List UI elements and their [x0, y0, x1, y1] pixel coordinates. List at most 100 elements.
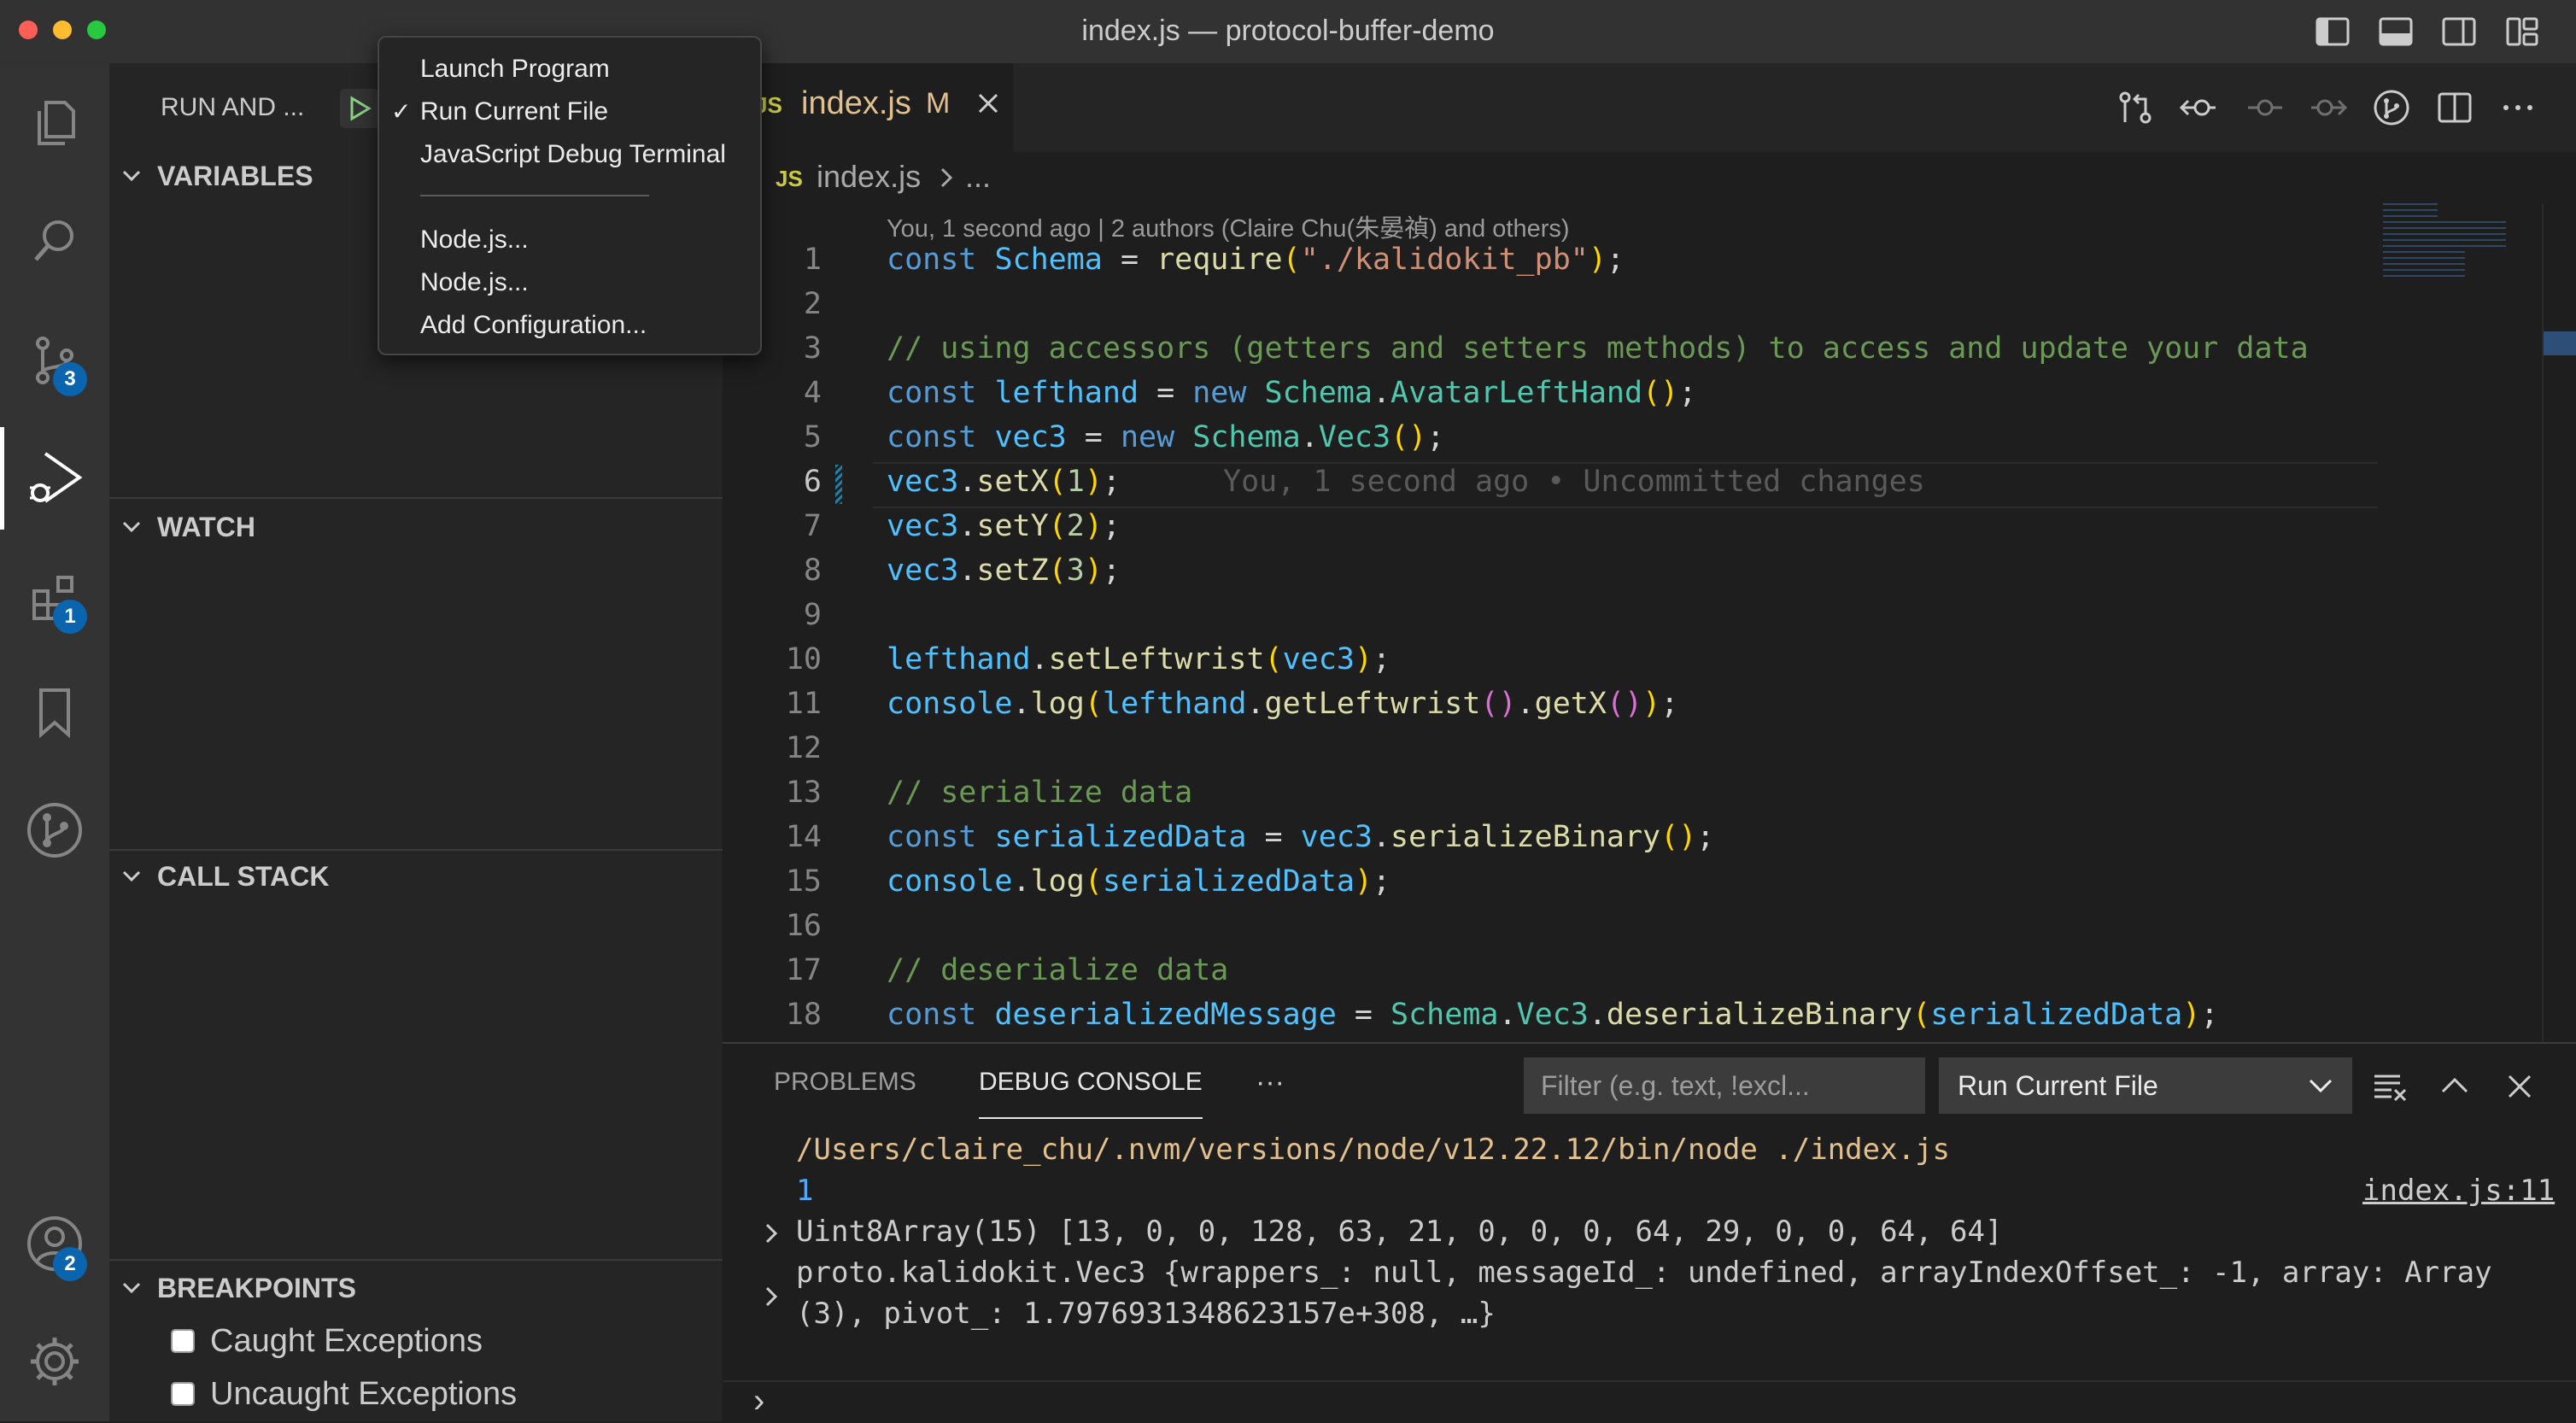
open-changes-icon[interactable]	[2116, 89, 2154, 126]
menu-item-add-configuration[interactable]: Add Configuration...	[420, 304, 647, 347]
customize-layout-icon[interactable]	[2504, 14, 2540, 50]
close-panel-icon[interactable]	[2504, 1071, 2535, 1102]
breadcrumb-symbols[interactable]: ...	[965, 159, 991, 195]
files-icon[interactable]	[0, 72, 109, 174]
code-line[interactable]: vec3.setY(2);	[887, 509, 1121, 543]
watch-section-header[interactable]: WATCH	[109, 500, 723, 554]
uncaught-exceptions-label: Uncaught Exceptions	[210, 1375, 518, 1412]
watch-label: WATCH	[157, 511, 255, 542]
chevron-right-icon[interactable]	[762, 1221, 781, 1245]
scrollbar-thumb[interactable]	[2542, 331, 2576, 355]
chevron-right-icon[interactable]	[762, 1285, 781, 1309]
code-line[interactable]: const lefthand = new Schema.AvatarLeftHa…	[887, 376, 1696, 410]
search-icon[interactable]	[0, 190, 109, 292]
breadcrumb-file[interactable]: index.js	[817, 159, 921, 195]
line-number: 13	[785, 776, 822, 810]
line-number: 3	[803, 331, 822, 366]
previous-change-icon[interactable]	[2180, 89, 2217, 126]
section-divider[interactable]	[109, 497, 723, 499]
line-number: 7	[803, 509, 822, 543]
inline-git-blame: You, 1 second ago • Uncommitted changes	[1223, 465, 1925, 499]
caught-exceptions-checkbox[interactable]	[171, 1329, 195, 1353]
console-source-link[interactable]: index.js:11	[2362, 1174, 2555, 1208]
code-line[interactable]: // deserialize data	[887, 953, 1228, 987]
call-stack-section-header[interactable]: CALL STACK	[109, 849, 723, 904]
chevron-down-icon	[106, 865, 157, 887]
accounts-badge: 2	[53, 1247, 87, 1281]
console-filter-input[interactable]: Filter (e.g. text, !excl...	[1524, 1057, 1925, 1114]
codelens-authors[interactable]: You, 1 second ago | 2 authors (Claire Ch…	[887, 208, 1570, 244]
uncaught-exceptions-checkbox[interactable]	[171, 1382, 195, 1406]
extensions-icon[interactable]: 1	[0, 547, 109, 649]
debug-config-select[interactable]: Run Current File	[1939, 1057, 2352, 1114]
clear-console-icon[interactable]	[2373, 1071, 2410, 1102]
console-object-line-2[interactable]: (3), pivot_: 1.7976931348623157e+308, …}	[796, 1297, 1496, 1331]
toggle-panel-icon[interactable]	[2378, 14, 2414, 50]
code-line[interactable]: // using accessors (getters and setters …	[887, 331, 2309, 366]
line-number: 15	[785, 864, 822, 899]
code-line[interactable]: const deserializedMessage = Schema.Vec3.…	[887, 998, 2218, 1032]
maximize-window-button[interactable]	[87, 20, 106, 39]
source-control-icon[interactable]: 3	[0, 309, 109, 412]
breadcrumb	[723, 152, 2576, 203]
more-actions-icon[interactable]	[2499, 89, 2537, 126]
minimize-window-button[interactable]	[53, 20, 72, 39]
extensions-badge: 1	[53, 600, 87, 634]
run-debug-icon[interactable]	[0, 427, 109, 530]
tab-debug-console[interactable]: DEBUG CONSOLE	[979, 1052, 1203, 1119]
toggle-secondary-sidebar-icon[interactable]	[2441, 14, 2477, 50]
next-change-icon[interactable]	[2310, 89, 2347, 126]
code-line[interactable]: const Schema = require("./kalidokit_pb")…	[887, 243, 1625, 277]
tab-problems[interactable]: PROBLEMS	[774, 1052, 916, 1112]
code-line[interactable]: console.log(lefthand.getLeftwrist().getX…	[887, 687, 1678, 721]
checkmark-icon: ✓	[391, 98, 412, 125]
chevron-down-icon	[2308, 1075, 2333, 1097]
menu-item-launch-program[interactable]: Launch Program	[420, 48, 610, 91]
source-control-badge: 3	[53, 362, 87, 396]
close-tab-icon[interactable]	[975, 91, 1001, 116]
caught-exceptions-row[interactable]: Caught Exceptions	[171, 1315, 483, 1367]
chevron-right-icon	[936, 166, 957, 190]
code-line[interactable]: vec3.setX(1);	[887, 465, 1121, 499]
line-number-current: 6	[803, 465, 822, 499]
console-object-line-1[interactable]: proto.kalidokit.Vec3 {wrappers_: null, m…	[796, 1256, 2492, 1290]
maximize-panel-icon[interactable]	[2439, 1071, 2470, 1102]
code-line[interactable]: // serialize data	[887, 776, 1192, 810]
toggle-primary-sidebar-icon[interactable]	[2315, 14, 2351, 50]
start-debugging-button[interactable]	[340, 89, 379, 128]
line-number: 12	[785, 731, 822, 765]
line-number: 11	[785, 687, 822, 721]
chevron-down-icon	[106, 1277, 157, 1299]
git-graph-icon[interactable]	[0, 779, 109, 881]
gear-icon[interactable]	[0, 1310, 109, 1413]
menu-item-run-current-file[interactable]: Run Current File	[420, 91, 608, 133]
code-line[interactable]: console.log(serializedData);	[887, 864, 1390, 899]
console-command-line: /Users/claire_chu/.nvm/versions/node/v12…	[796, 1133, 1951, 1167]
scrollbar-track[interactable]	[2542, 203, 2544, 1042]
menu-item-nodejs-2[interactable]: Node.js...	[420, 261, 529, 304]
uncaught-exceptions-row[interactable]: Uncaught Exceptions	[171, 1368, 517, 1420]
code-line[interactable]: const serializedData = vec3.serializeBin…	[887, 820, 1714, 854]
code-line[interactable]: const vec3 = new Schema.Vec3();	[887, 420, 1444, 454]
line-number: 8	[803, 553, 822, 588]
bookmark-icon[interactable]	[0, 661, 109, 764]
revert-change-icon[interactable]	[2246, 89, 2284, 126]
code-line[interactable]: vec3.setZ(3);	[887, 553, 1121, 588]
menu-item-nodejs-1[interactable]: Node.js...	[420, 219, 529, 261]
split-editor-icon[interactable]	[2436, 89, 2474, 126]
git-lens-icon[interactable]	[2373, 89, 2410, 126]
menu-item-js-debug-terminal[interactable]: JavaScript Debug Terminal	[420, 133, 726, 176]
close-window-button[interactable]	[19, 20, 38, 39]
panel-more-icon[interactable]: ···	[1256, 1052, 1285, 1112]
debug-config-select-value: Run Current File	[1958, 1070, 2158, 1101]
line-number: 1	[803, 243, 822, 277]
line-number: 18	[785, 998, 822, 1032]
console-uint8array[interactable]: Uint8Array(15) [13, 0, 0, 128, 63, 21, 0…	[796, 1215, 2002, 1249]
code-line[interactable]: lefthand.setLeftwrist(vec3);	[887, 642, 1390, 676]
sidebar-title: RUN AND ...	[161, 93, 305, 121]
breakpoints-section-header[interactable]: BREAKPOINTS	[109, 1261, 723, 1315]
console-input-prompt[interactable]: ›	[753, 1382, 764, 1420]
line-number: 4	[803, 376, 822, 410]
code-editor[interactable]	[723, 203, 2576, 1042]
accounts-icon[interactable]: 2	[0, 1192, 109, 1295]
